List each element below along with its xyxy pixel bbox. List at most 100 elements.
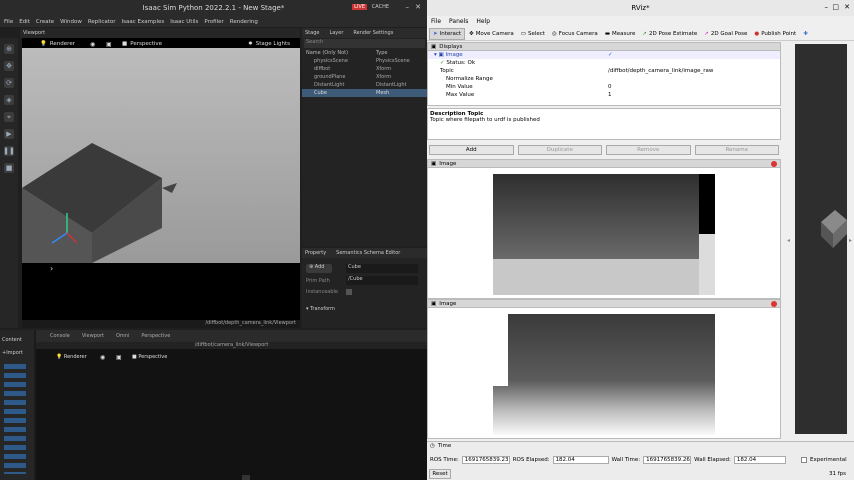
image-panel-2-title: Image bbox=[439, 300, 457, 307]
eye-icon[interactable]: ◉ bbox=[100, 354, 105, 361]
move-icon[interactable]: ✥ bbox=[4, 61, 14, 71]
stage-row[interactable]: physicsScene PhysicsScene bbox=[302, 57, 427, 65]
camera-icon[interactable]: ▣ bbox=[106, 41, 112, 48]
topic-value[interactable]: /diffbot/depth_camera_link/image_raw bbox=[608, 68, 713, 74]
content-tree[interactable] bbox=[4, 364, 26, 474]
menu-isaac-examples[interactable]: Isaac Examples bbox=[122, 19, 165, 25]
cache-badge[interactable]: CACHE bbox=[372, 4, 389, 10]
menu-create[interactable]: Create bbox=[36, 19, 54, 25]
viewport-1[interactable]: 💡 Renderer ◉ ▣ ■ Perspective ✹ Stage Lig… bbox=[22, 38, 300, 323]
menu-file[interactable]: File bbox=[4, 19, 13, 25]
rename-button[interactable]: Rename bbox=[694, 145, 779, 155]
close-icon[interactable]: ✕ bbox=[844, 3, 850, 11]
reset-button[interactable]: Reset bbox=[429, 469, 451, 479]
tab-console[interactable]: Console bbox=[50, 333, 70, 339]
scale-icon[interactable]: ◈ bbox=[4, 95, 14, 105]
select-icon[interactable]: ⊕ bbox=[4, 44, 14, 54]
menu-isaac-utils[interactable]: Isaac Utils bbox=[170, 19, 198, 25]
experimental-checkbox[interactable] bbox=[801, 457, 807, 463]
depth-image-1 bbox=[493, 174, 715, 295]
menu-replicator[interactable]: Replicator bbox=[88, 19, 116, 25]
expand-icon[interactable]: › bbox=[50, 264, 56, 273]
prop-row-topic[interactable]: Topic/diffbot/depth_camera_link/image_ra… bbox=[428, 67, 780, 75]
play-icon[interactable]: ▶ bbox=[4, 129, 14, 139]
close-panel-icon[interactable] bbox=[771, 160, 777, 167]
prop-row-max[interactable]: Max Value 1 bbox=[428, 91, 780, 99]
tool-2d-goal-pose[interactable]: ➚ 2D Goal Pose bbox=[701, 28, 750, 40]
collapse-left-icon[interactable]: ◂ bbox=[787, 237, 790, 244]
minimize-icon[interactable]: – bbox=[825, 3, 829, 11]
tool-focus-camera[interactable]: ◎ Focus Camera bbox=[549, 28, 601, 40]
tool-move-camera[interactable]: ✥ Move Camera bbox=[466, 28, 517, 40]
tab-omni[interactable]: Omni bbox=[116, 333, 129, 339]
prop-row-image[interactable]: ▾ ▣ Image ✓ bbox=[428, 51, 780, 59]
viewport-tab[interactable]: Viewport bbox=[23, 30, 45, 36]
snap-icon[interactable]: ⌖ bbox=[4, 112, 14, 122]
tab-render-settings[interactable]: Render Settings bbox=[353, 30, 393, 36]
renderer-button[interactable]: 💡 Renderer bbox=[40, 41, 75, 47]
pause-icon[interactable]: ❚❚ bbox=[3, 146, 15, 156]
tool-2d-pose-estimate[interactable]: ➚ 2D Pose Estimate bbox=[639, 28, 700, 40]
stop-icon[interactable]: ■ bbox=[4, 163, 14, 173]
enabled-checkbox[interactable]: ✓ bbox=[608, 52, 613, 58]
tab-property[interactable]: Property bbox=[305, 250, 326, 256]
maximize-icon[interactable]: □ bbox=[832, 3, 839, 11]
tool-measure[interactable]: ▬ Measure bbox=[602, 28, 639, 40]
renderer2-button[interactable]: 💡 Renderer bbox=[56, 354, 87, 360]
tab-semantics[interactable]: Semantics Schema Editor bbox=[336, 250, 400, 256]
close-icon[interactable]: ✕ bbox=[415, 3, 421, 11]
menu-rendering[interactable]: Rendering bbox=[230, 19, 258, 25]
stage-row[interactable]: DistantLight DistantLight bbox=[302, 81, 427, 89]
prop-row-normalize[interactable]: Normalize Range bbox=[428, 75, 780, 83]
prop-row-min[interactable]: Min Value 0 bbox=[428, 83, 780, 91]
ros-time-field[interactable]: 1691765839.23 bbox=[461, 456, 510, 464]
transform-section[interactable]: ▾ Transform bbox=[306, 306, 335, 312]
add-tool-icon[interactable]: ✚ bbox=[800, 28, 811, 40]
stage-lights-button[interactable]: ✹ Stage Lights bbox=[248, 41, 290, 47]
stage-col-type[interactable]: Type bbox=[376, 50, 387, 56]
3d-render-view[interactable] bbox=[795, 44, 847, 434]
menu-window[interactable]: Window bbox=[60, 19, 82, 25]
menu-edit[interactable]: Edit bbox=[19, 19, 30, 25]
add-button[interactable]: Add bbox=[429, 145, 514, 155]
stage-col-name[interactable]: Name (Only Not) bbox=[306, 50, 376, 56]
perspective2-button[interactable]: ■ Perspective bbox=[132, 354, 167, 360]
menu-help[interactable]: Help bbox=[476, 18, 490, 25]
live-badge[interactable]: LIVE bbox=[352, 4, 367, 10]
tab-perspective[interactable]: Perspective bbox=[141, 333, 170, 339]
content-label[interactable]: Content bbox=[2, 337, 22, 343]
tool-interact[interactable]: ➤ Interact bbox=[429, 27, 466, 40]
stage-row[interactable]: diffbot Xform bbox=[302, 65, 427, 73]
tab-stage[interactable]: Stage bbox=[305, 30, 319, 36]
viewport-path: /diffbot/depth_camera_link/Viewport bbox=[22, 320, 300, 328]
eye-icon[interactable]: ◉ bbox=[90, 41, 95, 48]
viewport-2[interactable]: 💡 Renderer ◉ ▣ ■ Perspective bbox=[36, 349, 427, 480]
duplicate-button[interactable]: Duplicate bbox=[517, 145, 602, 155]
stage-row[interactable]: groundPlane Xform bbox=[302, 73, 427, 81]
perspective-button[interactable]: ■ Perspective bbox=[122, 41, 162, 47]
camera-icon[interactable]: ▣ bbox=[116, 354, 122, 361]
wall-elapsed-field[interactable]: 182.04 bbox=[733, 456, 786, 464]
tab-viewport2[interactable]: Viewport bbox=[82, 333, 104, 339]
menu-file[interactable]: File bbox=[431, 18, 441, 25]
tab-layer[interactable]: Layer bbox=[329, 30, 343, 36]
stage-row-selected[interactable]: Cube Mesh bbox=[302, 89, 427, 97]
collapse-right-icon[interactable]: ▸ bbox=[849, 237, 852, 244]
wall-time-field[interactable]: 1691765839.26 bbox=[643, 456, 692, 464]
stage-search-input[interactable]: Search bbox=[304, 39, 425, 48]
tool-select[interactable]: ▭ Select bbox=[518, 28, 548, 40]
menu-profiler[interactable]: Profiler bbox=[204, 19, 223, 25]
prim-path-field[interactable]: /Cube bbox=[346, 276, 418, 285]
tool-publish-point[interactable]: ● Publish Point bbox=[751, 28, 799, 40]
rotate-icon[interactable]: ⟳ bbox=[4, 78, 14, 88]
prim-name-field[interactable]: Cube bbox=[346, 264, 418, 273]
add-property-button[interactable]: ⊕ Add bbox=[306, 264, 332, 273]
remove-button[interactable]: Remove bbox=[606, 145, 691, 155]
close-panel-icon[interactable] bbox=[771, 300, 777, 307]
minimize-icon[interactable]: – bbox=[406, 3, 410, 11]
prop-row-status[interactable]: ✓ Status: Ok bbox=[428, 59, 780, 67]
import-button[interactable]: +Import bbox=[2, 350, 23, 356]
menu-panels[interactable]: Panels bbox=[449, 18, 468, 25]
instanceable-checkbox[interactable] bbox=[346, 289, 352, 295]
ros-elapsed-field[interactable]: 182.04 bbox=[552, 456, 609, 464]
